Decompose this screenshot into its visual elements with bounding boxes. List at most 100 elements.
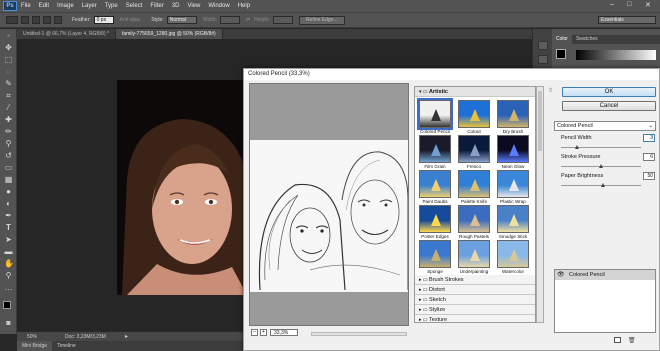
history-brush-tool-icon[interactable]: ↺: [4, 151, 13, 160]
properties-panel-icon[interactable]: [538, 55, 548, 64]
category-artistic[interactable]: ▾ ▭ Artistic: [415, 87, 535, 97]
minimize-button[interactable]: –: [610, 1, 614, 8]
new-effect-layer-icon[interactable]: [614, 337, 621, 343]
menu-file[interactable]: File: [21, 3, 31, 9]
effect-layer-item[interactable]: 👁 Colored Pencil: [555, 270, 655, 280]
height-input[interactable]: [272, 16, 293, 24]
more-tools-icon[interactable]: …: [4, 283, 13, 292]
filter-thumb-paint-daubs[interactable]: [419, 170, 451, 198]
hand-tool-icon[interactable]: ✋: [4, 259, 14, 268]
move-tool-icon[interactable]: ✥: [4, 43, 13, 52]
menu-filter[interactable]: Filter: [150, 3, 163, 9]
stroke-pressure-input[interactable]: 6: [643, 153, 655, 161]
zoom-tool-icon[interactable]: ⚲: [4, 271, 13, 280]
pen-tool-icon[interactable]: ✒: [4, 211, 13, 220]
crop-tool-icon[interactable]: ⌗: [4, 91, 13, 100]
quick-mask-icon[interactable]: ◙: [4, 319, 13, 328]
history-panel-icon[interactable]: [538, 41, 548, 50]
path-select-tool-icon[interactable]: ➤: [4, 235, 13, 244]
eyedropper-tool-icon[interactable]: ⁄: [4, 103, 13, 112]
rectangle-tool-icon[interactable]: ▬: [4, 247, 13, 256]
pencil-width-slider[interactable]: [561, 145, 641, 149]
filter-thumb-film-grain[interactable]: [419, 135, 451, 163]
workspace-select[interactable]: Essentials: [598, 16, 656, 24]
tab-color[interactable]: Color: [552, 35, 572, 44]
menu-window[interactable]: Window: [208, 3, 229, 9]
foreground-color-swatch[interactable]: [3, 301, 11, 309]
filter-preview[interactable]: [249, 83, 409, 326]
menu-view[interactable]: View: [187, 3, 200, 9]
collapse-tools-icon[interactable]: »: [4, 32, 13, 41]
marquee-tool-preset-icon[interactable]: [6, 16, 18, 24]
collapse-gallery-icon[interactable]: ⇧: [548, 87, 553, 94]
type-tool-icon[interactable]: T: [4, 223, 13, 232]
tab-family-photo[interactable]: family-775659_1280.jpg @ 50% (RGB/8#): [115, 29, 223, 39]
delete-effect-layer-icon[interactable]: 🗑: [628, 337, 636, 344]
antialias-checkbox-label[interactable]: Anti-alias: [120, 17, 141, 23]
category-distort[interactable]: ▸ ▭ Distort: [415, 285, 535, 295]
cancel-button[interactable]: Cancel: [562, 101, 656, 111]
swap-icon[interactable]: ⇄: [246, 17, 250, 23]
subtract-selection-icon[interactable]: [43, 16, 51, 24]
marquee-tool-icon[interactable]: ⬚: [4, 55, 13, 64]
stroke-pressure-slider[interactable]: [561, 164, 641, 168]
menu-image[interactable]: Image: [57, 3, 74, 9]
filter-thumb-watercolor[interactable]: [497, 240, 529, 268]
menu-help[interactable]: Help: [238, 3, 250, 9]
gallery-scroll-thumb[interactable]: [538, 91, 542, 151]
status-arrow-icon[interactable]: ▸: [125, 333, 128, 340]
preview-scrollbar[interactable]: [311, 332, 407, 336]
feather-input[interactable]: 0 px: [93, 16, 114, 24]
zoom-out-button[interactable]: –: [251, 329, 258, 336]
filter-thumb-dry-brush[interactable]: [497, 100, 529, 128]
style-select[interactable]: Normal: [166, 16, 197, 24]
tab-timeline[interactable]: Timeline: [52, 341, 81, 351]
tab-untitled[interactable]: Untitled-1 @ 66,7% (Layer 4, RGB/8) *: [17, 29, 116, 39]
color-ramp[interactable]: [576, 50, 656, 60]
category-texture[interactable]: ▸ ▭ Texture: [415, 315, 535, 322]
tab-mini-bridge[interactable]: Mini Bridge: [17, 341, 53, 351]
filter-thumb-smudge-stick[interactable]: [497, 205, 529, 233]
healing-brush-tool-icon[interactable]: ✚: [4, 115, 13, 124]
category-brush-strokes[interactable]: ▸ ▭ Brush Strokes: [415, 275, 535, 285]
filter-thumb-rough-pastels[interactable]: [458, 205, 490, 233]
add-selection-icon[interactable]: [32, 16, 40, 24]
status-zoom[interactable]: 50%: [27, 334, 37, 340]
dodge-tool-icon[interactable]: ◐: [4, 199, 13, 208]
tab-swatches[interactable]: Swatches: [572, 35, 602, 44]
gradient-tool-icon[interactable]: ▦: [4, 175, 13, 184]
width-input[interactable]: [219, 16, 240, 24]
menu-edit[interactable]: Edit: [39, 3, 49, 9]
pencil-width-input[interactable]: 3: [643, 134, 655, 142]
maximize-button[interactable]: □: [627, 1, 631, 8]
menu-3d[interactable]: 3D: [172, 3, 180, 9]
filter-thumb-colored-pencil[interactable]: [417, 98, 453, 130]
menu-type[interactable]: Type: [105, 3, 118, 9]
paper-brightness-slider[interactable]: [561, 183, 641, 187]
filter-thumb-palette-knife[interactable]: [458, 170, 490, 198]
filter-select[interactable]: Colored Pencil ⌄: [554, 121, 656, 131]
menu-layer[interactable]: Layer: [82, 3, 97, 9]
filter-thumb-underpainting[interactable]: [458, 240, 490, 268]
menu-select[interactable]: Select: [126, 3, 143, 9]
clone-stamp-tool-icon[interactable]: ⚲: [4, 139, 13, 148]
filter-thumb-plastic-wrap[interactable]: [497, 170, 529, 198]
pencil-width-knob[interactable]: [575, 145, 579, 149]
color-panel-foreground[interactable]: [556, 49, 566, 59]
intersect-selection-icon[interactable]: [54, 16, 62, 24]
visibility-eye-icon[interactable]: 👁: [557, 270, 565, 280]
close-window-button[interactable]: ✕: [645, 1, 651, 9]
filter-thumb-sponge[interactable]: [419, 240, 451, 268]
category-stylize[interactable]: ▸ ▭ Stylize: [415, 305, 535, 315]
filter-thumb-neon-glow[interactable]: [497, 135, 529, 163]
zoom-select[interactable]: 33,3%: [270, 329, 298, 336]
paper-brightness-knob[interactable]: [601, 183, 605, 187]
quick-select-tool-icon[interactable]: ✎: [4, 79, 13, 88]
new-selection-icon[interactable]: [21, 16, 29, 24]
gallery-scrollbar[interactable]: [536, 86, 544, 323]
filter-thumb-poster-edges[interactable]: [419, 205, 451, 233]
filter-thumb-cutout[interactable]: [458, 100, 490, 128]
category-sketch[interactable]: ▸ ▭ Sketch: [415, 295, 535, 305]
paper-brightness-input[interactable]: 50: [643, 172, 655, 180]
zoom-in-button[interactable]: +: [260, 329, 267, 336]
